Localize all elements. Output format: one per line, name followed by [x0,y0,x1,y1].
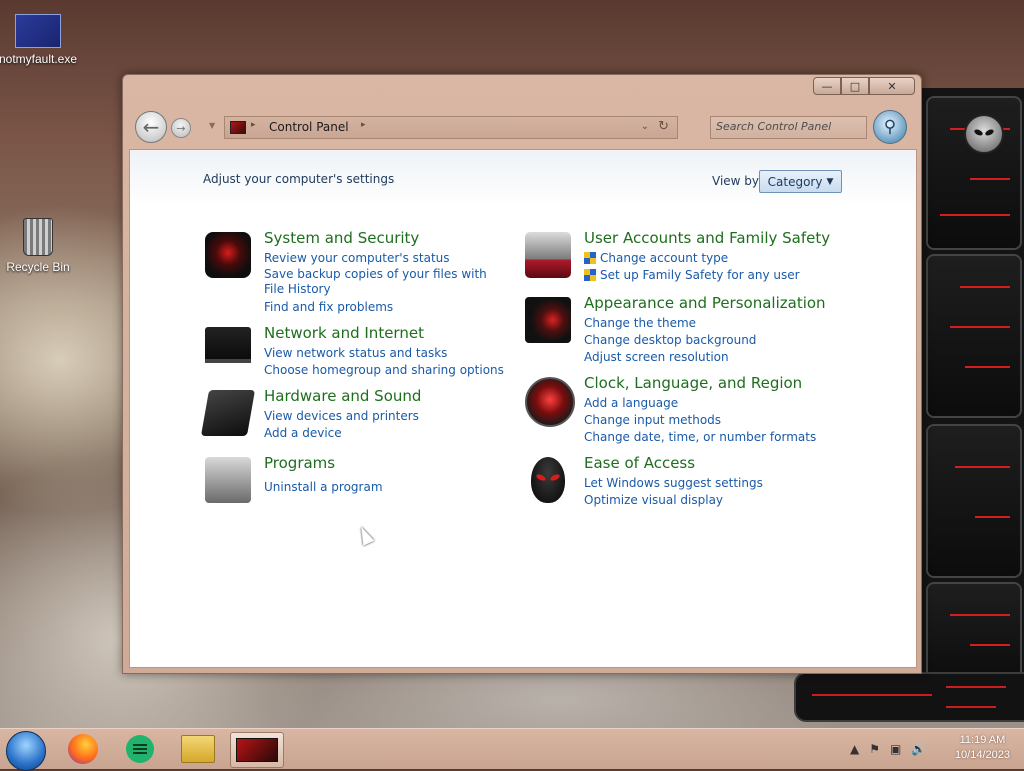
category-title[interactable]: Clock, Language, and Region [584,374,802,392]
desktop-icon-notmyfault[interactable]: notmyfault.exe [0,14,78,66]
gadget-panel [926,254,1022,418]
link-add-language[interactable]: Add a language [584,395,824,412]
clock-date: 10/14/2023 [954,749,1010,761]
category-title[interactable]: Ease of Access [584,454,695,472]
link-add-device[interactable]: Add a device [264,425,504,442]
breadcrumb-separator-icon[interactable]: ▸ [361,120,366,130]
link-change-theme[interactable]: Change the theme [584,315,824,332]
firefox-icon [68,734,98,764]
system-security-icon[interactable] [205,232,251,278]
taskbar-firefox[interactable] [57,732,109,766]
spreadsheet-icon [126,735,154,763]
search-icon[interactable]: ⚲ [873,110,907,144]
control-panel-window: — □ ✕ ← → ▼ ▸ Control Panel ▸ ⌄ ↻ ⚲ Adju… [122,74,922,674]
alienware-logo-icon [964,114,1004,154]
link-windows-suggest[interactable]: Let Windows suggest settings [584,475,824,492]
category-title[interactable]: Programs [264,454,335,472]
desktop-icon-recycle-bin[interactable]: Recycle Bin [0,218,78,274]
link-change-account-type[interactable]: Change account type [584,250,824,267]
system-monitor-gadget [918,88,1024,688]
search-input[interactable] [711,117,864,136]
category-title[interactable]: Network and Internet [264,324,424,342]
taskbar-spreadsheet[interactable] [114,732,166,766]
taskbar: ▲ ⚑ ▣ 🔊 11:19 AM 10/14/2023 [0,728,1024,771]
notmyfault-app-icon [15,14,61,48]
desktop-icon-label: Recycle Bin [6,260,70,274]
minimize-button[interactable]: — [813,77,841,95]
address-bar[interactable]: ▸ Control Panel ▸ ⌄ ↻ [224,116,678,139]
taskbar-control-panel[interactable] [230,732,284,768]
clock[interactable]: 11:19 AM 10/14/2023 [955,733,1010,763]
desktop-icon-label: notmyfault.exe [0,52,78,66]
hardware-icon[interactable] [200,390,256,436]
chevron-down-icon: ▼ [826,176,834,187]
link-uninstall-program[interactable]: Uninstall a program [264,479,504,496]
folder-icon [181,735,215,763]
category-title[interactable]: Appearance and Personalization [584,294,826,312]
link-devices-printers[interactable]: View devices and printers [264,408,504,425]
link-input-methods[interactable]: Change input methods [584,412,824,429]
gadget-bottom-panel [794,672,1024,722]
action-center-flag-icon[interactable]: ⚑ [869,742,880,756]
clock-region-icon[interactable] [525,377,575,427]
link-screen-resolution[interactable]: Adjust screen resolution [584,349,824,366]
gadget-panel [926,424,1022,578]
breadcrumb-separator-icon[interactable]: ▸ [251,120,256,130]
link-find-fix-problems[interactable]: Find and fix problems [264,299,504,316]
link-visual-display[interactable]: Optimize visual display [584,492,824,509]
refresh-icon[interactable]: ↻ [658,119,669,134]
category-title[interactable]: Hardware and Sound [264,387,421,405]
taskbar-file-explorer[interactable] [172,732,224,766]
start-button[interactable] [6,731,46,771]
recycle-bin-icon [23,218,53,256]
link-review-status[interactable]: Review your computer's status [264,250,504,267]
link-homegroup-sharing[interactable]: Choose homegroup and sharing options [264,362,504,379]
show-hidden-icons-icon[interactable]: ▲ [850,742,859,756]
search-box[interactable] [710,116,867,139]
link-network-status[interactable]: View network status and tasks [264,345,504,362]
control-panel-icon [230,121,246,134]
link-label: Change account type [600,251,729,265]
page-heading: Adjust your computer's settings [203,172,395,186]
link-file-history[interactable]: Save backup copies of your files with Fi… [264,267,494,297]
ease-of-access-icon[interactable] [531,457,565,503]
control-panel-icon [236,738,278,762]
volume-icon[interactable]: 🔊 [911,742,926,756]
window-controls: — □ ✕ [813,77,915,95]
breadcrumb-control-panel[interactable]: Control Panel [269,120,349,134]
maximize-button[interactable]: □ [841,77,869,95]
network-tray-icon[interactable]: ▣ [890,742,901,756]
shield-icon [584,252,596,264]
network-icon[interactable] [205,327,251,373]
programs-icon[interactable] [205,457,251,503]
category-title[interactable]: System and Security [264,229,419,247]
system-tray: ▲ ⚑ ▣ 🔊 [850,742,926,756]
close-button[interactable]: ✕ [869,77,915,95]
back-button[interactable]: ← [135,111,167,143]
view-by-label: View by: [712,174,763,188]
clock-time: 11:19 AM [959,734,1006,746]
shield-icon [584,269,596,281]
appearance-icon[interactable] [525,297,571,343]
link-desktop-background[interactable]: Change desktop background [584,332,824,349]
view-by-selected: Category [767,174,823,189]
recent-pages-dropdown-icon[interactable]: ▼ [209,121,215,130]
category-title[interactable]: User Accounts and Family Safety [584,229,830,247]
view-by-dropdown[interactable]: Category ▼ [759,170,842,193]
control-panel-content: Adjust your computer's settings View by:… [129,149,917,668]
user-accounts-icon[interactable] [525,232,571,278]
address-history-dropdown-icon[interactable]: ⌄ [641,121,649,132]
link-label: Set up Family Safety for any user [600,268,800,282]
forward-button[interactable]: → [171,118,191,138]
gadget-panel [926,582,1022,686]
link-date-time-formats[interactable]: Change date, time, or number formats [584,429,824,446]
link-family-safety[interactable]: Set up Family Safety for any user [584,267,824,284]
